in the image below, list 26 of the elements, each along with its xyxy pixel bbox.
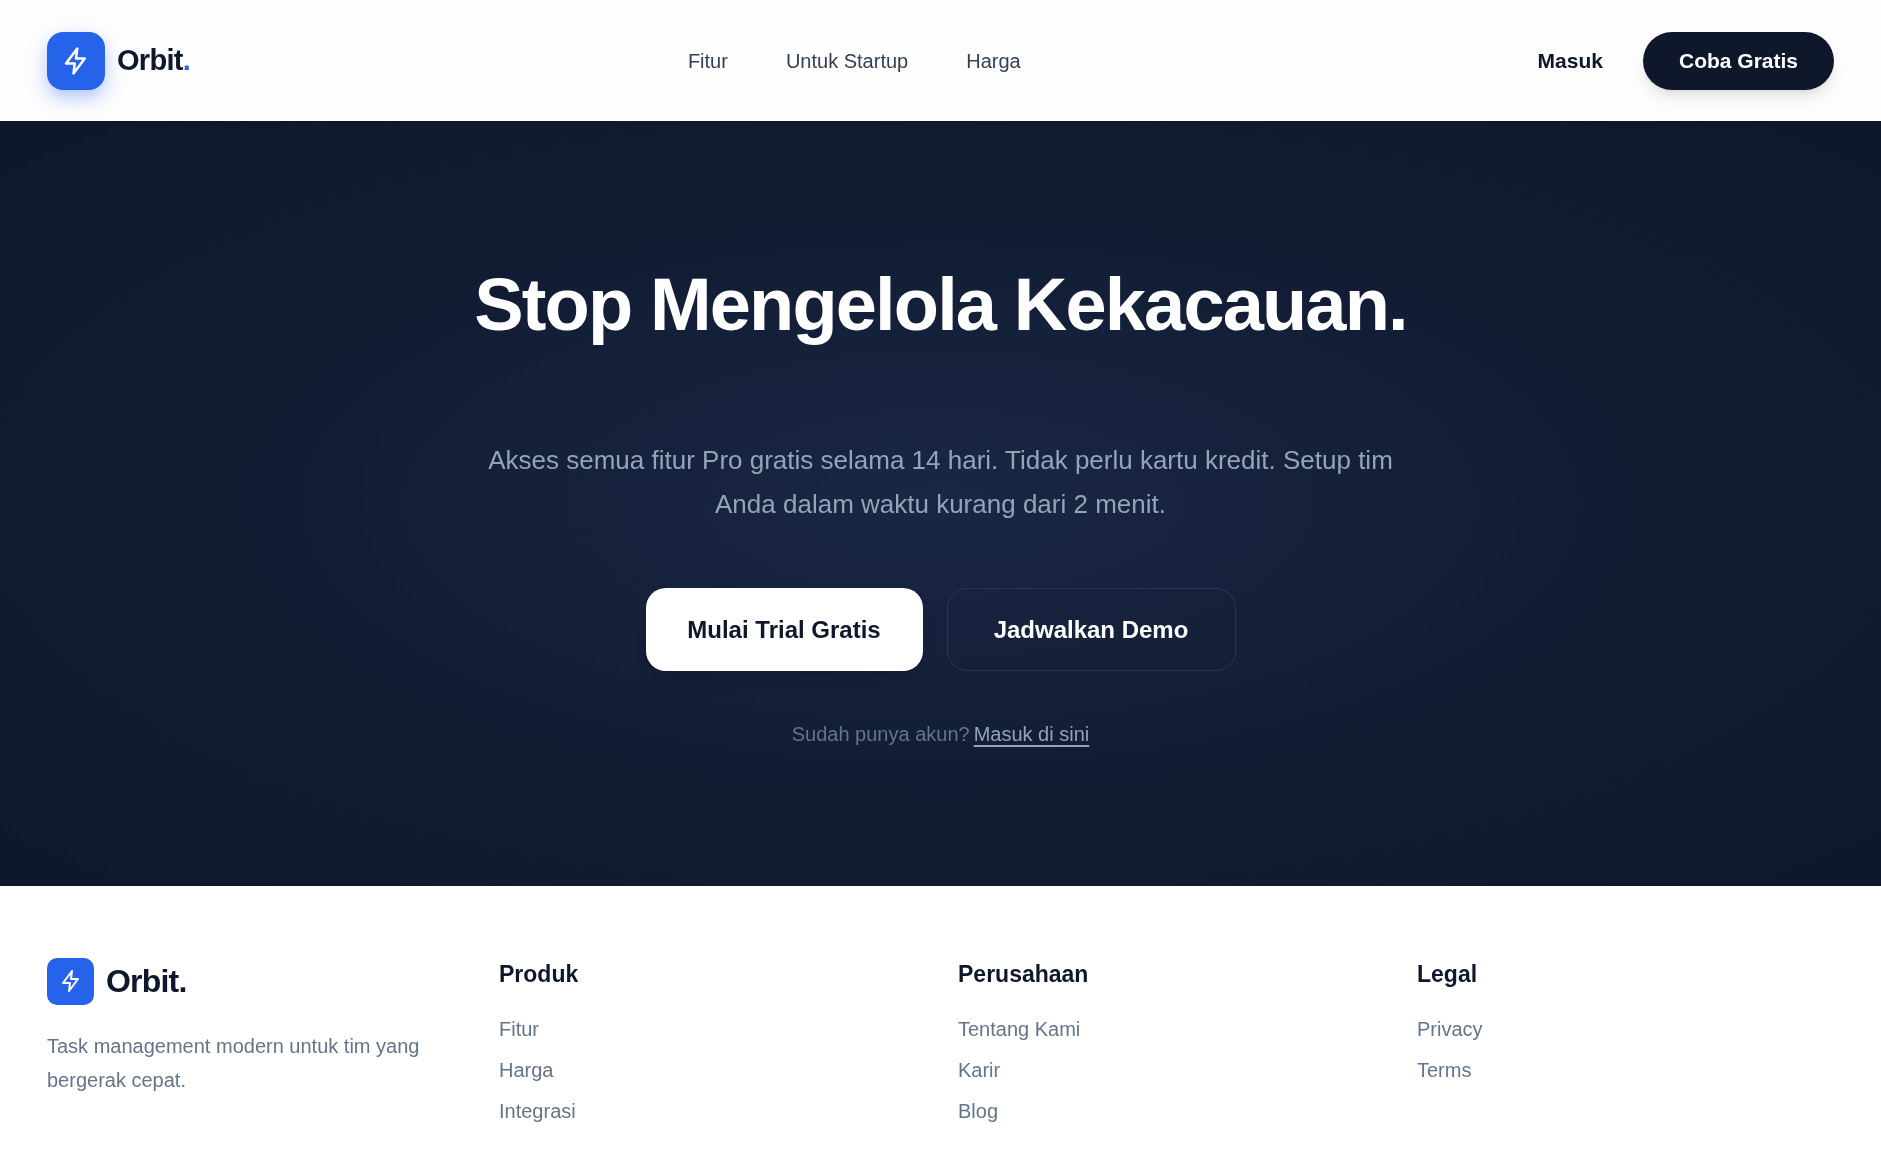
brand-name[interactable]: Orbit. [106, 957, 187, 1005]
nav-link[interactable]: Untuk Startup [785, 45, 909, 76]
column-heading: Perusahaan [958, 960, 1090, 989]
schedule-demo-button[interactable]: Jadwalkan Demo [946, 588, 1236, 671]
footer-link[interactable]: Harga [499, 1056, 958, 1084]
nav-link[interactable]: Harga [966, 45, 1021, 76]
footer-link[interactable]: Blog [958, 1097, 1417, 1125]
hero-subtitle: Akses semua fitur Pro gratis selama 14 hari. Tidak perlu kartu kredit. Setup tim Anda dalam waktu kurang dari 2 menit. [487, 444, 1394, 521]
column-heading: Produk [499, 960, 580, 989]
start-trial-button[interactable]: Mulai Trial Gratis [645, 588, 923, 671]
footer-link[interactable]: Fitur [499, 1015, 958, 1043]
signin-link[interactable]: Masuk di sini [973, 719, 1090, 749]
signin-prompt: Sudah punya akun? [791, 722, 970, 747]
footer-link[interactable]: Integrasi [499, 1097, 958, 1125]
footer-link[interactable]: Privacy [1417, 1015, 1876, 1043]
footer-tagline: Task management modern untuk tim yang bergerak cepat. [47, 1034, 421, 1093]
lightning-bolt-icon [47, 31, 105, 90]
footer-link[interactable]: Karir [958, 1056, 1417, 1084]
nav-link[interactable]: Fitur [687, 45, 728, 76]
footer-link[interactable]: Terms [1417, 1056, 1876, 1084]
lightning-bolt-icon [47, 957, 94, 1005]
try-free-button[interactable]: Coba Gratis [1642, 31, 1834, 90]
column-heading: Legal [1417, 960, 1479, 989]
footer-link[interactable]: Tentang Kami [958, 1015, 1417, 1043]
brand-name[interactable]: Orbit. [117, 38, 190, 83]
login-link[interactable]: Masuk [1537, 44, 1603, 77]
